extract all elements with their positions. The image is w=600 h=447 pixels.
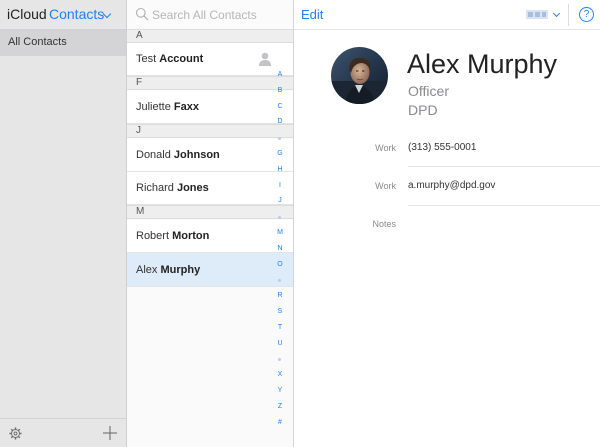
section-letter: M xyxy=(136,206,145,217)
index-letter[interactable]: R xyxy=(272,291,288,301)
list-item[interactable]: Test Account xyxy=(127,43,293,76)
index-letter[interactable]: B xyxy=(272,86,288,96)
section-letter: J xyxy=(136,125,141,136)
section-letter: F xyxy=(136,77,143,88)
contact-photo xyxy=(331,47,388,104)
search-bar xyxy=(127,0,293,30)
index-separator xyxy=(278,358,281,362)
list-item[interactable]: Juliette Faxx xyxy=(127,91,293,124)
sidebar-item-all-contacts[interactable]: All Contacts xyxy=(0,30,126,56)
edit-button[interactable]: Edit xyxy=(301,7,323,22)
gear-icon[interactable] xyxy=(9,427,22,440)
detail-toolbar: Edit ? xyxy=(294,0,600,30)
list-item-selected[interactable]: Alex Murphy xyxy=(127,253,293,287)
contact-name: Juliette Faxx xyxy=(136,101,199,113)
section-header-f: F xyxy=(127,76,293,90)
help-label: ? xyxy=(583,9,590,20)
index-letter[interactable]: N xyxy=(272,244,288,254)
list-item[interactable]: Donald Johnson xyxy=(127,139,293,172)
index-letter[interactable]: Y xyxy=(272,386,288,396)
contact-name-heading: Alex Murphy xyxy=(407,49,558,79)
divider xyxy=(568,4,569,26)
index-letter[interactable]: I xyxy=(272,181,288,191)
section-header-a: A xyxy=(127,29,293,43)
contact-detail: Edit ? Alex Murphy Officer DPD Work (313… xyxy=(294,0,600,447)
brand-label: iCloud xyxy=(7,6,47,22)
section-header-m: M xyxy=(127,205,293,219)
app-switcher[interactable]: Contacts xyxy=(49,6,104,22)
account-menu-icon[interactable] xyxy=(526,10,548,19)
contact-name: Donald Johnson xyxy=(136,149,220,161)
index-letter[interactable]: O xyxy=(272,260,288,270)
email-label: Work xyxy=(375,181,396,191)
list-item[interactable]: Richard Jones xyxy=(127,172,293,205)
index-letter[interactable]: U xyxy=(272,339,288,349)
index-letter[interactable]: C xyxy=(272,102,288,112)
phone-value[interactable]: (313) 555-0001 xyxy=(408,142,476,153)
index-letter[interactable]: H xyxy=(272,165,288,175)
divider xyxy=(408,166,600,167)
index-letter[interactable]: G xyxy=(272,149,288,159)
index-letter[interactable]: T xyxy=(272,323,288,333)
my-card-icon xyxy=(259,52,271,66)
contact-name: Richard Jones xyxy=(136,182,209,194)
divider xyxy=(408,205,600,206)
sidebar-item-label: All Contacts xyxy=(8,36,67,48)
contact-name: Alex Murphy xyxy=(136,264,201,276)
search-icon xyxy=(135,7,149,21)
section-letter: A xyxy=(136,30,143,41)
index-letter[interactable]: A xyxy=(272,70,288,80)
index-letter[interactable]: X xyxy=(272,370,288,380)
email-value[interactable]: a.murphy@dpd.gov xyxy=(408,180,495,191)
contact-name: Test Account xyxy=(136,53,204,65)
organization: DPD xyxy=(408,102,438,118)
help-button[interactable]: ? xyxy=(579,7,594,22)
list-item[interactable]: Robert Morton xyxy=(127,220,293,253)
index-letter[interactable]: Z xyxy=(272,402,288,412)
add-contact-icon[interactable] xyxy=(103,426,117,440)
contact-name: Robert Morton xyxy=(136,230,210,242)
section-header-j: J xyxy=(127,124,293,138)
search-input[interactable] xyxy=(152,6,288,24)
chevron-down-icon[interactable] xyxy=(552,9,561,18)
index-letter[interactable]: J xyxy=(272,196,288,206)
sidebar-header: iCloud Contacts xyxy=(0,0,126,30)
index-letter[interactable]: # xyxy=(272,418,288,428)
job-title: Officer xyxy=(408,83,449,99)
sidebar: iCloud Contacts All Contacts xyxy=(0,0,127,447)
index-letter[interactable]: D xyxy=(272,117,288,127)
index-letter[interactable]: M xyxy=(272,228,288,238)
index-letter[interactable]: S xyxy=(272,307,288,317)
contact-list: A Test Account F Juliette Faxx J Donald … xyxy=(127,0,294,447)
notes-label: Notes xyxy=(372,219,396,229)
sidebar-footer xyxy=(0,418,126,447)
phone-label: Work xyxy=(375,143,396,153)
